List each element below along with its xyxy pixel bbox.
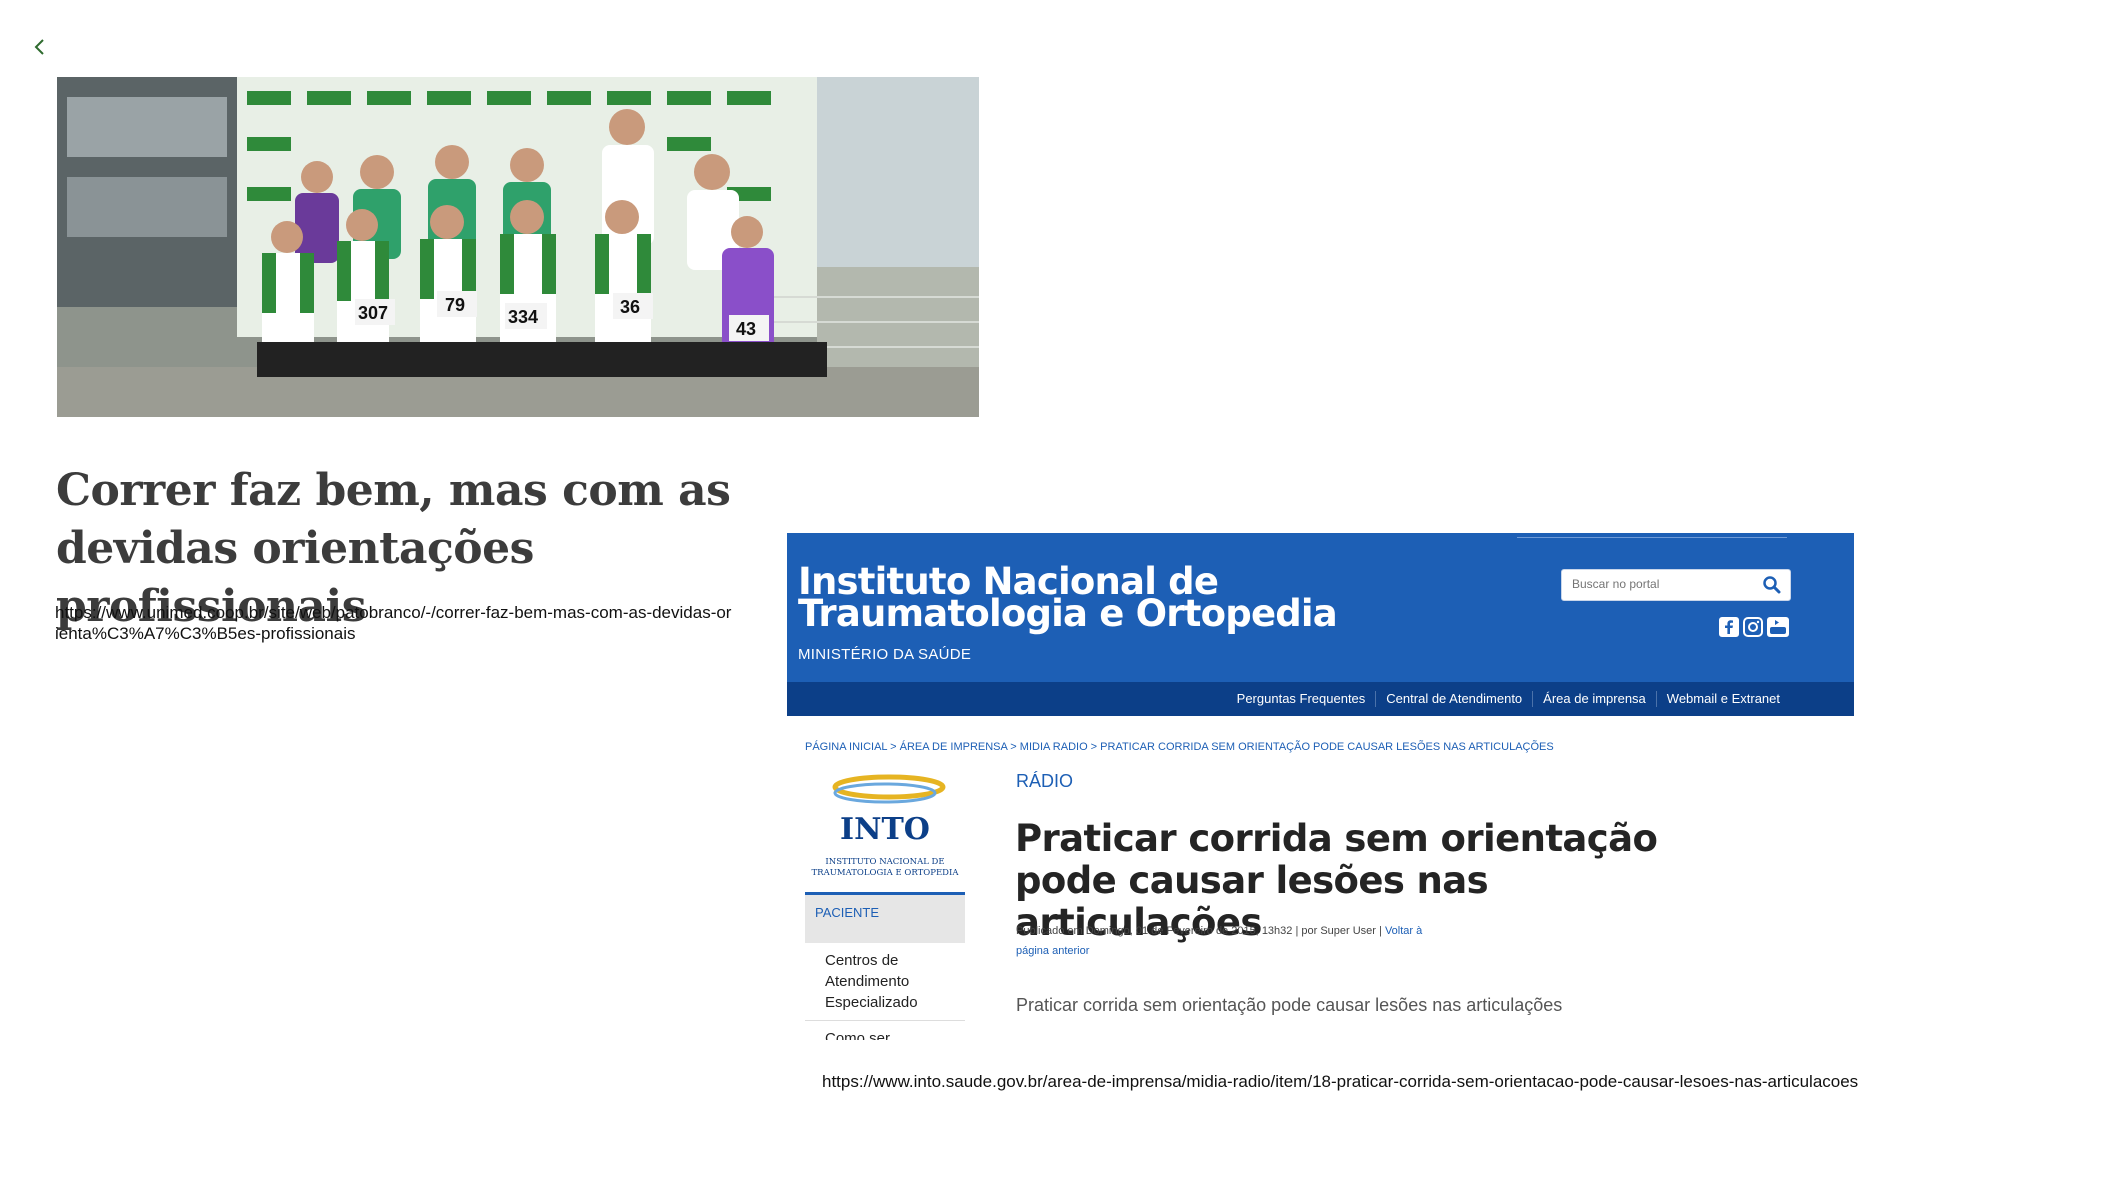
unimed-source-url[interactable]: https://www.unimed.coop.br/site/web/pato… <box>55 602 735 644</box>
bib-43: 43 <box>736 319 756 339</box>
logo-line1: INSTITUTO NACIONAL DE <box>825 857 944 867</box>
sidebar-item-centros[interactable]: Centros de Atendimento Especializado <box>805 943 965 1021</box>
facebook-icon[interactable] <box>1719 617 1739 637</box>
sidebar-section-paciente[interactable]: PACIENTE <box>805 892 965 943</box>
into-title-line2: Traumatologia e Ortopedia <box>798 592 1338 635</box>
nav-area-de-imprensa[interactable]: Área de imprensa <box>1532 691 1656 707</box>
article-category[interactable]: RÁDIO <box>1016 771 1073 792</box>
article-meta: Publicado em Domingo, 01 de Fevereiro de… <box>1016 921 1446 961</box>
into-search-input[interactable] <box>1570 576 1754 592</box>
into-site-title[interactable]: Instituto Nacional de Traumatologia e Or… <box>798 563 1338 632</box>
bib-36: 36 <box>620 297 640 317</box>
into-top-nav: Perguntas Frequentes Central de Atendime… <box>787 682 1854 716</box>
breadcrumb[interactable]: PÁGINA INICIAL > ÁREA DE IMPRENSA > MIDI… <box>805 741 1554 753</box>
nav-webmail-extranet[interactable]: Webmail e Extranet <box>1655 691 1790 707</box>
into-page-screenshot: Instituto Nacional de Traumatologia e Or… <box>787 533 1854 1040</box>
into-ministry-label: MINISTÉRIO DA SAÚDE <box>798 646 972 663</box>
into-logo[interactable]: INTO INSTITUTO NACIONAL DE TRAUMATOLOGIA… <box>805 771 965 889</box>
logo-acronym: INTO <box>840 812 930 847</box>
into-sidebar: PACIENTE Centros de Atendimento Especial… <box>805 892 965 1040</box>
header-top-line <box>1517 537 1787 538</box>
article-meta-text: Publicado em Domingo, 01 de Fevereiro de… <box>1016 925 1385 937</box>
sidebar-item-como-ser-atendido[interactable]: Como ser atendido <box>805 1021 965 1040</box>
bib-79: 79 <box>445 295 465 315</box>
bib-307: 307 <box>358 303 388 323</box>
nav-central-de-atendimento[interactable]: Central de Atendimento <box>1375 691 1532 707</box>
article-lead: Praticar corrida sem orientação pode cau… <box>1016 995 1563 1015</box>
runners-podium-photo: 307 79 334 36 43 <box>57 77 979 417</box>
back-chevron-icon[interactable] <box>30 34 50 60</box>
youtube-icon[interactable] <box>1767 617 1789 637</box>
nav-perguntas-frequentes[interactable]: Perguntas Frequentes <box>1227 691 1376 707</box>
instagram-icon[interactable] <box>1743 617 1763 637</box>
into-header: Instituto Nacional de Traumatologia e Or… <box>787 533 1854 682</box>
search-icon[interactable] <box>1762 575 1782 595</box>
into-source-url[interactable]: https://www.into.saude.gov.br/area-de-im… <box>822 1072 1858 1092</box>
bib-334: 334 <box>508 307 538 327</box>
logo-line2: TRAUMATOLOGIA E ORTOPEDIA <box>812 868 960 878</box>
into-search-box <box>1561 569 1791 601</box>
